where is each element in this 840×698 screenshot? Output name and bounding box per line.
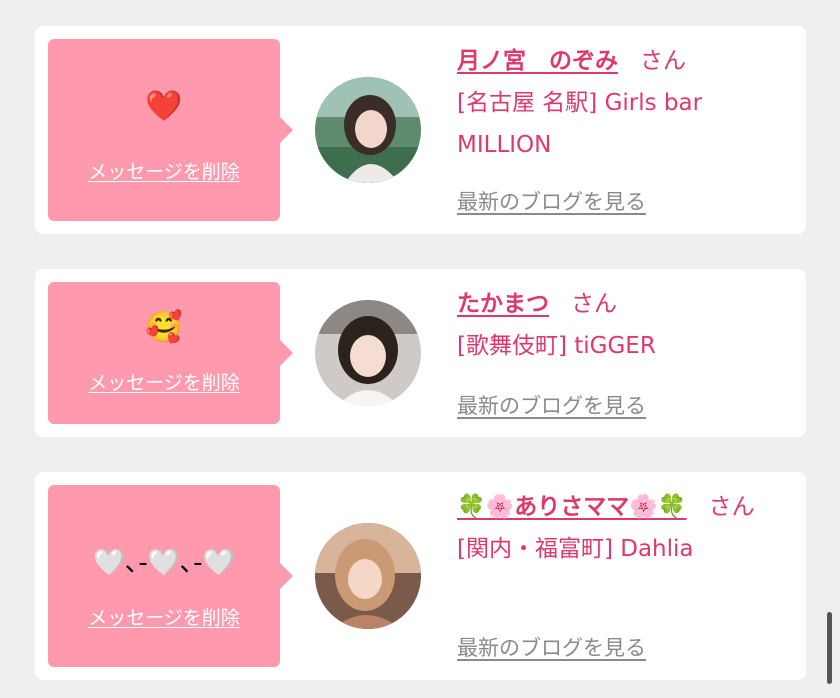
profile-name-link[interactable]: たかまつ bbox=[457, 291, 549, 317]
honorific: さん bbox=[571, 291, 617, 317]
message-bubble: 🤍､-🤍､-🤍 メッセージを削除 bbox=[48, 485, 293, 667]
profile-info: 🍀🌸ありさママ🌸🍀 さん [関内・福富町] Dahlia bbox=[457, 486, 797, 570]
avatar[interactable] bbox=[315, 300, 421, 406]
latest-blog-link[interactable]: 最新のブログを見る bbox=[457, 390, 646, 420]
honorific: さん bbox=[708, 494, 755, 520]
message-card: ❤️ メッセージを削除 月ノ宮 のぞみ さん [名古屋 名駅] Girls bar… bbox=[35, 26, 806, 234]
scrollbar[interactable] bbox=[827, 612, 832, 684]
latest-blog-link[interactable]: 最新のブログを見る bbox=[457, 632, 646, 662]
avatar[interactable] bbox=[315, 523, 421, 629]
delete-message-link[interactable]: メッセージを削除 bbox=[48, 603, 280, 630]
avatar[interactable] bbox=[315, 77, 421, 183]
honorific: さん bbox=[640, 48, 686, 74]
message-bubble: ❤️ メッセージを削除 bbox=[48, 39, 293, 221]
message-bubble: 🥰 メッセージを削除 bbox=[48, 282, 293, 424]
profile-info: たかまつ さん [歌舞伎町] tiGGER bbox=[457, 283, 797, 367]
message-card: 🤍､-🤍､-🤍 メッセージを削除 🍀🌸ありさママ🌸🍀 さん [関内・福富町] Da… bbox=[35, 472, 806, 680]
shop-label: [名古屋 名駅] Girls bar MILLION bbox=[457, 90, 703, 158]
message-text: 🥰 bbox=[145, 310, 183, 345]
profile-name-link[interactable]: 🍀🌸ありさママ🌸🍀 bbox=[457, 494, 687, 520]
profile-name-link[interactable]: 月ノ宮 のぞみ bbox=[457, 48, 618, 74]
message-text: ❤️ bbox=[145, 89, 183, 124]
message-card: 🥰 メッセージを削除 たかまつ さん [歌舞伎町] tiGGER 最新のブログを見… bbox=[35, 269, 806, 437]
shop-label: [関内・福富町] Dahlia bbox=[457, 536, 694, 562]
profile-info: 月ノ宮 のぞみ さん [名古屋 名駅] Girls bar MILLION bbox=[457, 40, 797, 166]
delete-message-link[interactable]: メッセージを削除 bbox=[48, 157, 280, 184]
shop-label: [歌舞伎町] tiGGER bbox=[457, 333, 656, 359]
message-text: 🤍､-🤍､-🤍 bbox=[93, 548, 235, 578]
delete-message-link[interactable]: メッセージを削除 bbox=[48, 368, 280, 395]
latest-blog-link[interactable]: 最新のブログを見る bbox=[457, 186, 646, 216]
